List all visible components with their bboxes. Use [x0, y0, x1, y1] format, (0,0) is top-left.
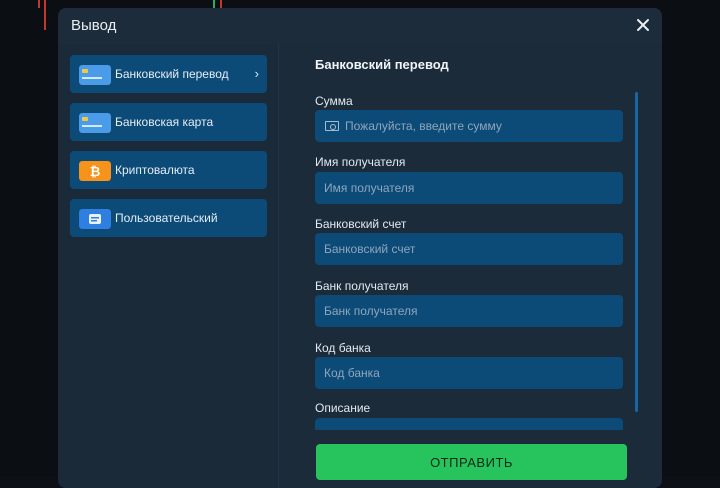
bank-code-label: Код банка — [315, 341, 371, 355]
amount-input[interactable] — [345, 110, 615, 142]
close-icon[interactable] — [636, 18, 650, 32]
description-input[interactable] — [324, 418, 614, 430]
candle — [38, 0, 40, 8]
description-field[interactable] — [315, 418, 623, 430]
modal-title: Вывод — [71, 17, 117, 34]
bank-code-input[interactable] — [324, 357, 614, 389]
bank-card-icon — [79, 65, 111, 85]
withdraw-form: Банковский перевод Сумма Имя получателя … — [279, 44, 662, 488]
bitcoin-icon: ₿ — [79, 161, 111, 181]
bank-account-label: Банковский счет — [315, 217, 407, 231]
chevron-right-icon: › — [254, 66, 259, 81]
custom-card-icon — [79, 209, 111, 229]
sidebar-item-label: Банковский перевод — [115, 67, 229, 81]
amount-label: Сумма — [315, 94, 353, 108]
recipient-bank-input[interactable] — [324, 295, 614, 327]
payment-method-sidebar: Банковский перевод › Банковская карта ₿ … — [58, 44, 278, 488]
form-title: Банковский перевод — [315, 57, 449, 72]
bank-account-input[interactable] — [324, 233, 614, 265]
recipient-name-field[interactable] — [315, 172, 623, 204]
recipient-name-label: Имя получателя — [315, 155, 406, 169]
candle — [213, 0, 215, 8]
scrollbar-thumb[interactable] — [635, 92, 638, 412]
description-label: Описание — [315, 401, 371, 415]
amount-field[interactable] — [315, 110, 623, 142]
form-scrollbar[interactable] — [635, 92, 638, 412]
sidebar-item-custom[interactable]: Пользовательский — [70, 199, 267, 237]
sidebar-item-bank-card[interactable]: Банковская карта — [70, 103, 267, 141]
recipient-name-input[interactable] — [324, 172, 614, 204]
sidebar-item-label: Криптовалюта — [115, 163, 195, 177]
withdraw-modal: Вывод Банковский перевод › Банковская ка… — [58, 8, 662, 488]
sidebar-item-label: Пользовательский — [115, 211, 218, 225]
sidebar-item-crypto[interactable]: ₿ Криптовалюта — [70, 151, 267, 189]
candle — [44, 0, 46, 30]
candle — [220, 0, 222, 8]
bank-account-field[interactable] — [315, 233, 623, 265]
sidebar-item-label: Банковская карта — [115, 115, 214, 129]
svg-text:₿: ₿ — [90, 165, 101, 180]
submit-button[interactable]: ОТПРАВИТЬ — [316, 444, 627, 480]
recipient-bank-field[interactable] — [315, 295, 623, 327]
money-icon — [325, 121, 339, 131]
recipient-bank-label: Банк получателя — [315, 279, 409, 293]
bank-card-icon — [79, 113, 111, 133]
bank-code-field[interactable] — [315, 357, 623, 389]
sidebar-item-bank-transfer[interactable]: Банковский перевод › — [70, 55, 267, 93]
modal-header: Вывод — [58, 8, 662, 44]
